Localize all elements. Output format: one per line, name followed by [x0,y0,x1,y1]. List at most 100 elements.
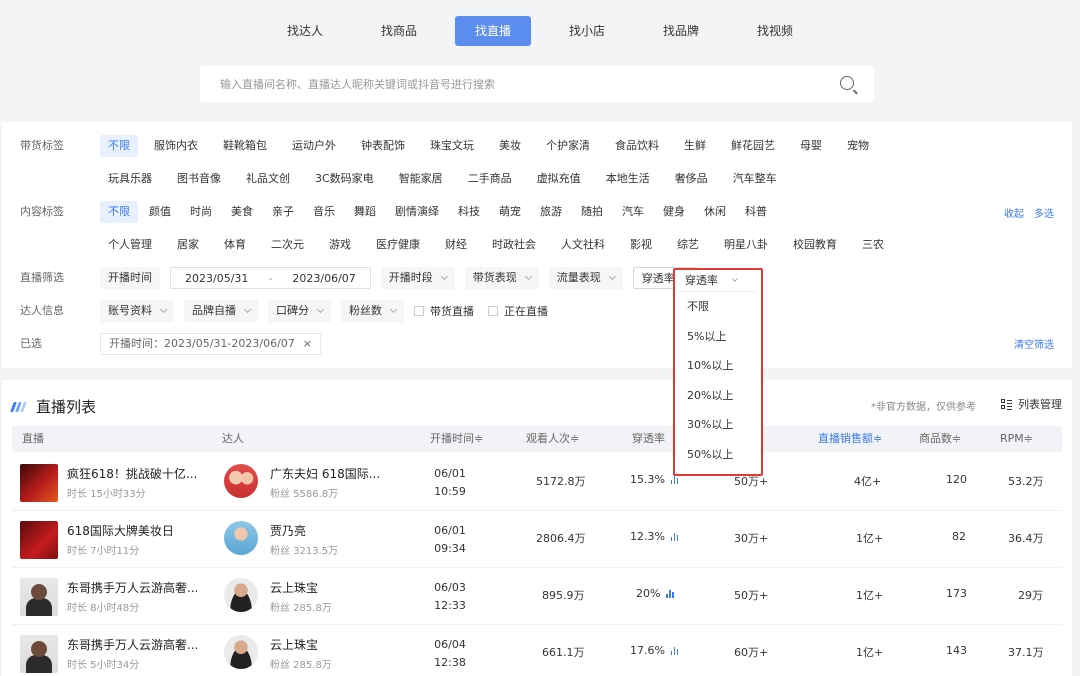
account-dropdown[interactable]: 账号资料 [100,300,174,322]
dropdown-option[interactable]: 5%以上 [675,322,761,352]
trend-icon[interactable] [666,590,674,598]
traffic-perf-dropdown[interactable]: 流量表现 [548,267,623,289]
avatar[interactable] [224,521,258,555]
goods-chip[interactable]: 鞋靴箱包 [215,135,275,157]
avatar[interactable] [224,464,258,498]
trend-icon[interactable] [670,647,679,655]
table-row[interactable]: 618国际大牌美妆日 时长 7小时11分 贾乃亮 粉丝 3213.5万 06/0… [12,511,1062,568]
avatar[interactable] [224,578,258,612]
live-title[interactable]: 东哥携手万人云游高奢... [67,636,197,653]
live-slot-dropdown[interactable]: 开播时段 [380,267,455,289]
goods-chip[interactable]: 3C数码家电 [307,168,382,190]
goods-perf-dropdown[interactable]: 带货表现 [464,267,539,289]
goods-chip[interactable]: 宠物 [839,135,877,157]
goods-chip[interactable]: 虚拟充值 [529,168,589,190]
tab-find-goods[interactable]: 找商品 [361,16,437,46]
list-manage-button[interactable]: 列表管理 [1001,396,1062,412]
tab-find-shop[interactable]: 找小店 [549,16,625,46]
dropdown-option[interactable]: 30%以上 [675,410,761,440]
th-viewers[interactable]: 观看人次≑ [526,426,579,452]
content-chip[interactable]: 音乐 [305,201,343,223]
collapse-link[interactable]: 收起 [1004,205,1024,220]
content-chip[interactable]: 综艺 [669,234,707,256]
content-chip[interactable]: 校园教育 [785,234,845,256]
goods-chip[interactable]: 图书音像 [169,168,229,190]
goods-chip[interactable]: 奢侈品 [667,168,716,190]
live-title[interactable]: 618国际大牌美妆日 [67,522,197,539]
dropdown-option[interactable]: 50%以上 [675,440,761,470]
live-thumbnail[interactable] [20,521,58,559]
close-icon[interactable]: × [303,333,312,355]
dropdown-option[interactable]: 10%以上 [675,351,761,381]
content-chip[interactable]: 美食 [223,201,261,223]
content-chip[interactable]: 二次元 [263,234,312,256]
content-chip[interactable]: 舞蹈 [346,201,384,223]
goods-chip[interactable]: 不限 [100,135,138,157]
tab-find-live[interactable]: 找直播 [455,16,531,46]
content-chip[interactable]: 汽车 [614,201,652,223]
trend-icon[interactable] [670,533,679,541]
search-icon[interactable] [840,76,854,90]
date-start[interactable]: 2023/05/31 [185,272,248,285]
goods-live-checkbox[interactable]: 带货直播 [414,303,474,319]
th-rpm[interactable]: RPM≑ [1000,426,1033,452]
tab-find-brand[interactable]: 找品牌 [643,16,719,46]
talk-dropdown[interactable]: 口碑分 [268,300,331,322]
search-input[interactable] [200,66,800,102]
goods-chip[interactable]: 生鲜 [676,135,714,157]
goods-chip[interactable]: 本地生活 [598,168,658,190]
content-chip[interactable]: 体育 [216,234,254,256]
content-chip[interactable]: 三农 [854,234,892,256]
talent-name[interactable]: 云上珠宝 [270,636,380,653]
goods-chip[interactable]: 服饰内衣 [146,135,206,157]
dropdown-header[interactable]: 穿透率 [679,272,757,292]
talent-name[interactable]: 云上珠宝 [270,579,380,596]
goods-chip[interactable]: 钟表配饰 [353,135,413,157]
goods-chip[interactable]: 玩具乐器 [100,168,160,190]
dropdown-option[interactable]: 20%以上 [675,381,761,411]
brand-live-dropdown[interactable]: 品牌自播 [184,300,258,322]
content-chip[interactable]: 休闲 [696,201,734,223]
talent-name[interactable]: 贾乃亮 [270,522,380,539]
content-chip[interactable]: 随拍 [573,201,611,223]
living-checkbox[interactable]: 正在直播 [488,303,548,319]
date-range-picker[interactable]: 2023/05/31 - 2023/06/07 [170,267,371,289]
content-chip[interactable]: 萌宠 [491,201,529,223]
content-chip[interactable]: 人文社科 [553,234,613,256]
goods-chip[interactable]: 二手商品 [460,168,520,190]
goods-chip[interactable]: 美妆 [491,135,529,157]
content-chip[interactable]: 明星八卦 [716,234,776,256]
content-chip[interactable]: 科技 [450,201,488,223]
tab-find-talent[interactable]: 找达人 [267,16,343,46]
clear-filters-link[interactable]: 清空筛选 [1014,336,1054,351]
content-chip[interactable]: 个人管理 [100,234,160,256]
content-chip[interactable]: 影视 [622,234,660,256]
live-thumbnail[interactable] [20,635,58,673]
content-chip[interactable]: 健身 [655,201,693,223]
goods-chip[interactable]: 智能家居 [391,168,451,190]
th-start[interactable]: 开播时间≑ [430,426,483,452]
content-chip[interactable]: 时尚 [182,201,220,223]
live-thumbnail[interactable] [20,578,58,616]
content-chip[interactable]: 医疗健康 [368,234,428,256]
avatar[interactable] [224,635,258,669]
live-thumbnail[interactable] [20,464,58,502]
goods-chip[interactable]: 鲜花园艺 [723,135,783,157]
table-row[interactable]: 东哥携手万人云游高奢... 时长 5小时34分 云上珠宝 粉丝 285.8万 0… [12,625,1062,676]
talent-name[interactable]: 广东夫妇 618国际... [270,465,380,482]
th-goods[interactable]: 商品数≑ [919,426,961,452]
content-chip[interactable]: 居家 [169,234,207,256]
tab-find-video[interactable]: 找视频 [737,16,813,46]
trend-icon[interactable] [670,476,679,484]
dropdown-option[interactable]: 不限 [675,292,761,322]
goods-chip[interactable]: 母婴 [792,135,830,157]
goods-chip[interactable]: 食品饮料 [607,135,667,157]
goods-chip[interactable]: 个护家清 [538,135,598,157]
content-chip[interactable]: 颜值 [141,201,179,223]
fans-dropdown[interactable]: 粉丝数 [341,300,404,322]
content-chip[interactable]: 亲子 [264,201,302,223]
goods-chip[interactable]: 运动户外 [284,135,344,157]
goods-chip[interactable]: 珠宝文玩 [422,135,482,157]
checkbox-box[interactable] [414,306,424,316]
content-chip[interactable]: 科普 [737,201,775,223]
